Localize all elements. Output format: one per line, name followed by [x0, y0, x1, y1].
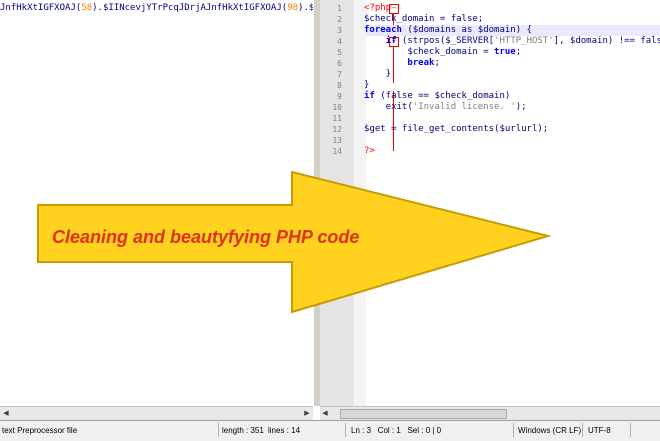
code-token: } — [364, 80, 370, 90]
code-token: ).$IINcevjYTrPcqJDrjAJnfHkXtIGFXOAJ( — [92, 3, 288, 13]
line-number: 4 — [337, 37, 342, 46]
code-token: ; — [434, 58, 440, 68]
code-token: ], $domain) !== false — [553, 36, 660, 46]
code-token: ($domains as $domain) { — [401, 25, 532, 35]
line-number: 8 — [337, 81, 342, 90]
code-token: 'Invalid license. ' — [412, 102, 516, 112]
code-token: JnfHkXtIGFXOAJ( — [0, 3, 82, 13]
status-file-type: text Preprocessor file — [2, 426, 78, 435]
line-number: 5 — [337, 48, 342, 57]
status-length: length : 351 — [222, 426, 264, 435]
line-number: 3 — [337, 26, 342, 35]
code-token: 98 — [287, 3, 299, 13]
line-number-gutter: 1 2 3 4 5 6 7 8 9 10 11 12 13 14 — [320, 0, 355, 406]
code-token: break — [364, 58, 435, 68]
code-token: exit( — [364, 102, 413, 112]
left-editor-pane[interactable]: JnfHkXtIGFXOAJ(58).$IINcevjYTrPcqJDrjAJn… — [0, 0, 314, 406]
code-line: } — [364, 69, 660, 80]
code-line: $check_domain = false; — [364, 14, 660, 25]
line-number: 9 — [337, 92, 342, 101]
line-numbers: 1 2 3 4 5 6 7 8 9 10 11 12 13 14 — [320, 3, 342, 157]
scroll-left-arrow-icon[interactable]: ◀ — [1, 408, 11, 418]
code-token: 'HTTP_HOST' — [494, 36, 554, 46]
code-line: ?> — [364, 146, 660, 157]
code-token: (strpos($_SERVER[ — [396, 36, 495, 46]
line-number: 10 — [332, 103, 342, 112]
line-number: 11 — [332, 114, 342, 123]
code-token: foreach — [364, 25, 402, 35]
code-token: if — [364, 91, 375, 101]
banner-caption: Cleaning and beautyfying PHP code — [52, 227, 360, 247]
scroll-right-arrow-icon[interactable]: ▶ — [302, 408, 312, 418]
status-lines: lines : 14 — [268, 426, 301, 435]
right-horizontal-scrollbar[interactable]: ◀ — [320, 406, 660, 420]
code-editor-text[interactable]: <?php $check_domain = false; foreach ($dom… — [364, 3, 660, 157]
line-number: 2 — [337, 15, 342, 24]
compressed-code-line: JnfHkXtIGFXOAJ(58).$IINcevjYTrPcqJDrjAJn… — [0, 3, 314, 13]
code-token: $get = file_get_contents($urlurl); — [364, 124, 549, 134]
code-token: 58 — [81, 3, 93, 13]
code-token: ); — [515, 102, 527, 112]
line-number: 12 — [332, 125, 342, 134]
code-line: $check_domain = true; — [364, 47, 660, 58]
status-cursor-position: Ln : 3 Col : 1 Sel : 0 | 0 — [351, 426, 442, 435]
line-number: 1 — [337, 4, 342, 13]
status-encoding[interactable]: UTF-8 — [588, 426, 611, 435]
line-number: 13 — [332, 136, 342, 145]
code-line: } — [364, 80, 660, 91]
scroll-left-arrow-icon[interactable]: ◀ — [320, 408, 330, 418]
code-line: <?php — [364, 3, 660, 14]
code-token: ?> — [364, 146, 375, 156]
code-token: ; — [515, 47, 522, 57]
left-horizontal-scrollbar[interactable]: ◀ ▶ — [0, 406, 313, 420]
line-number: 7 — [337, 70, 342, 79]
code-token: ).$II — [298, 3, 314, 13]
code-token: $check_domain = — [364, 47, 495, 57]
code-line: if (strpos($_SERVER['HTTP_HOST'], $domai… — [364, 36, 660, 47]
code-token: } — [364, 69, 392, 79]
code-token: true — [494, 47, 516, 57]
scrollbar-thumb[interactable] — [340, 409, 507, 419]
code-line: exit('Invalid license. '); — [364, 102, 660, 113]
line-number: 6 — [337, 59, 342, 68]
status-eol-format[interactable]: Windows (CR LF) — [518, 426, 581, 435]
code-token: (false == $check_domain) — [374, 91, 511, 101]
code-line: foreach ($domains as $domain) { — [364, 25, 660, 36]
line-number: 14 — [332, 147, 342, 156]
code-token: $check_domain = false; — [364, 14, 484, 24]
code-line: break; — [364, 58, 660, 69]
code-token: if — [364, 36, 397, 46]
code-line: if (false == $check_domain) — [364, 91, 660, 102]
right-editor-pane[interactable]: 1234567891011121314 − − − <?php$check_do… — [320, 0, 660, 406]
code-token: <?php — [364, 3, 392, 13]
status-bar: text Preprocessor file length : 351 line… — [0, 420, 660, 441]
code-line: $get = file_get_contents($urlurl); — [364, 124, 660, 135]
